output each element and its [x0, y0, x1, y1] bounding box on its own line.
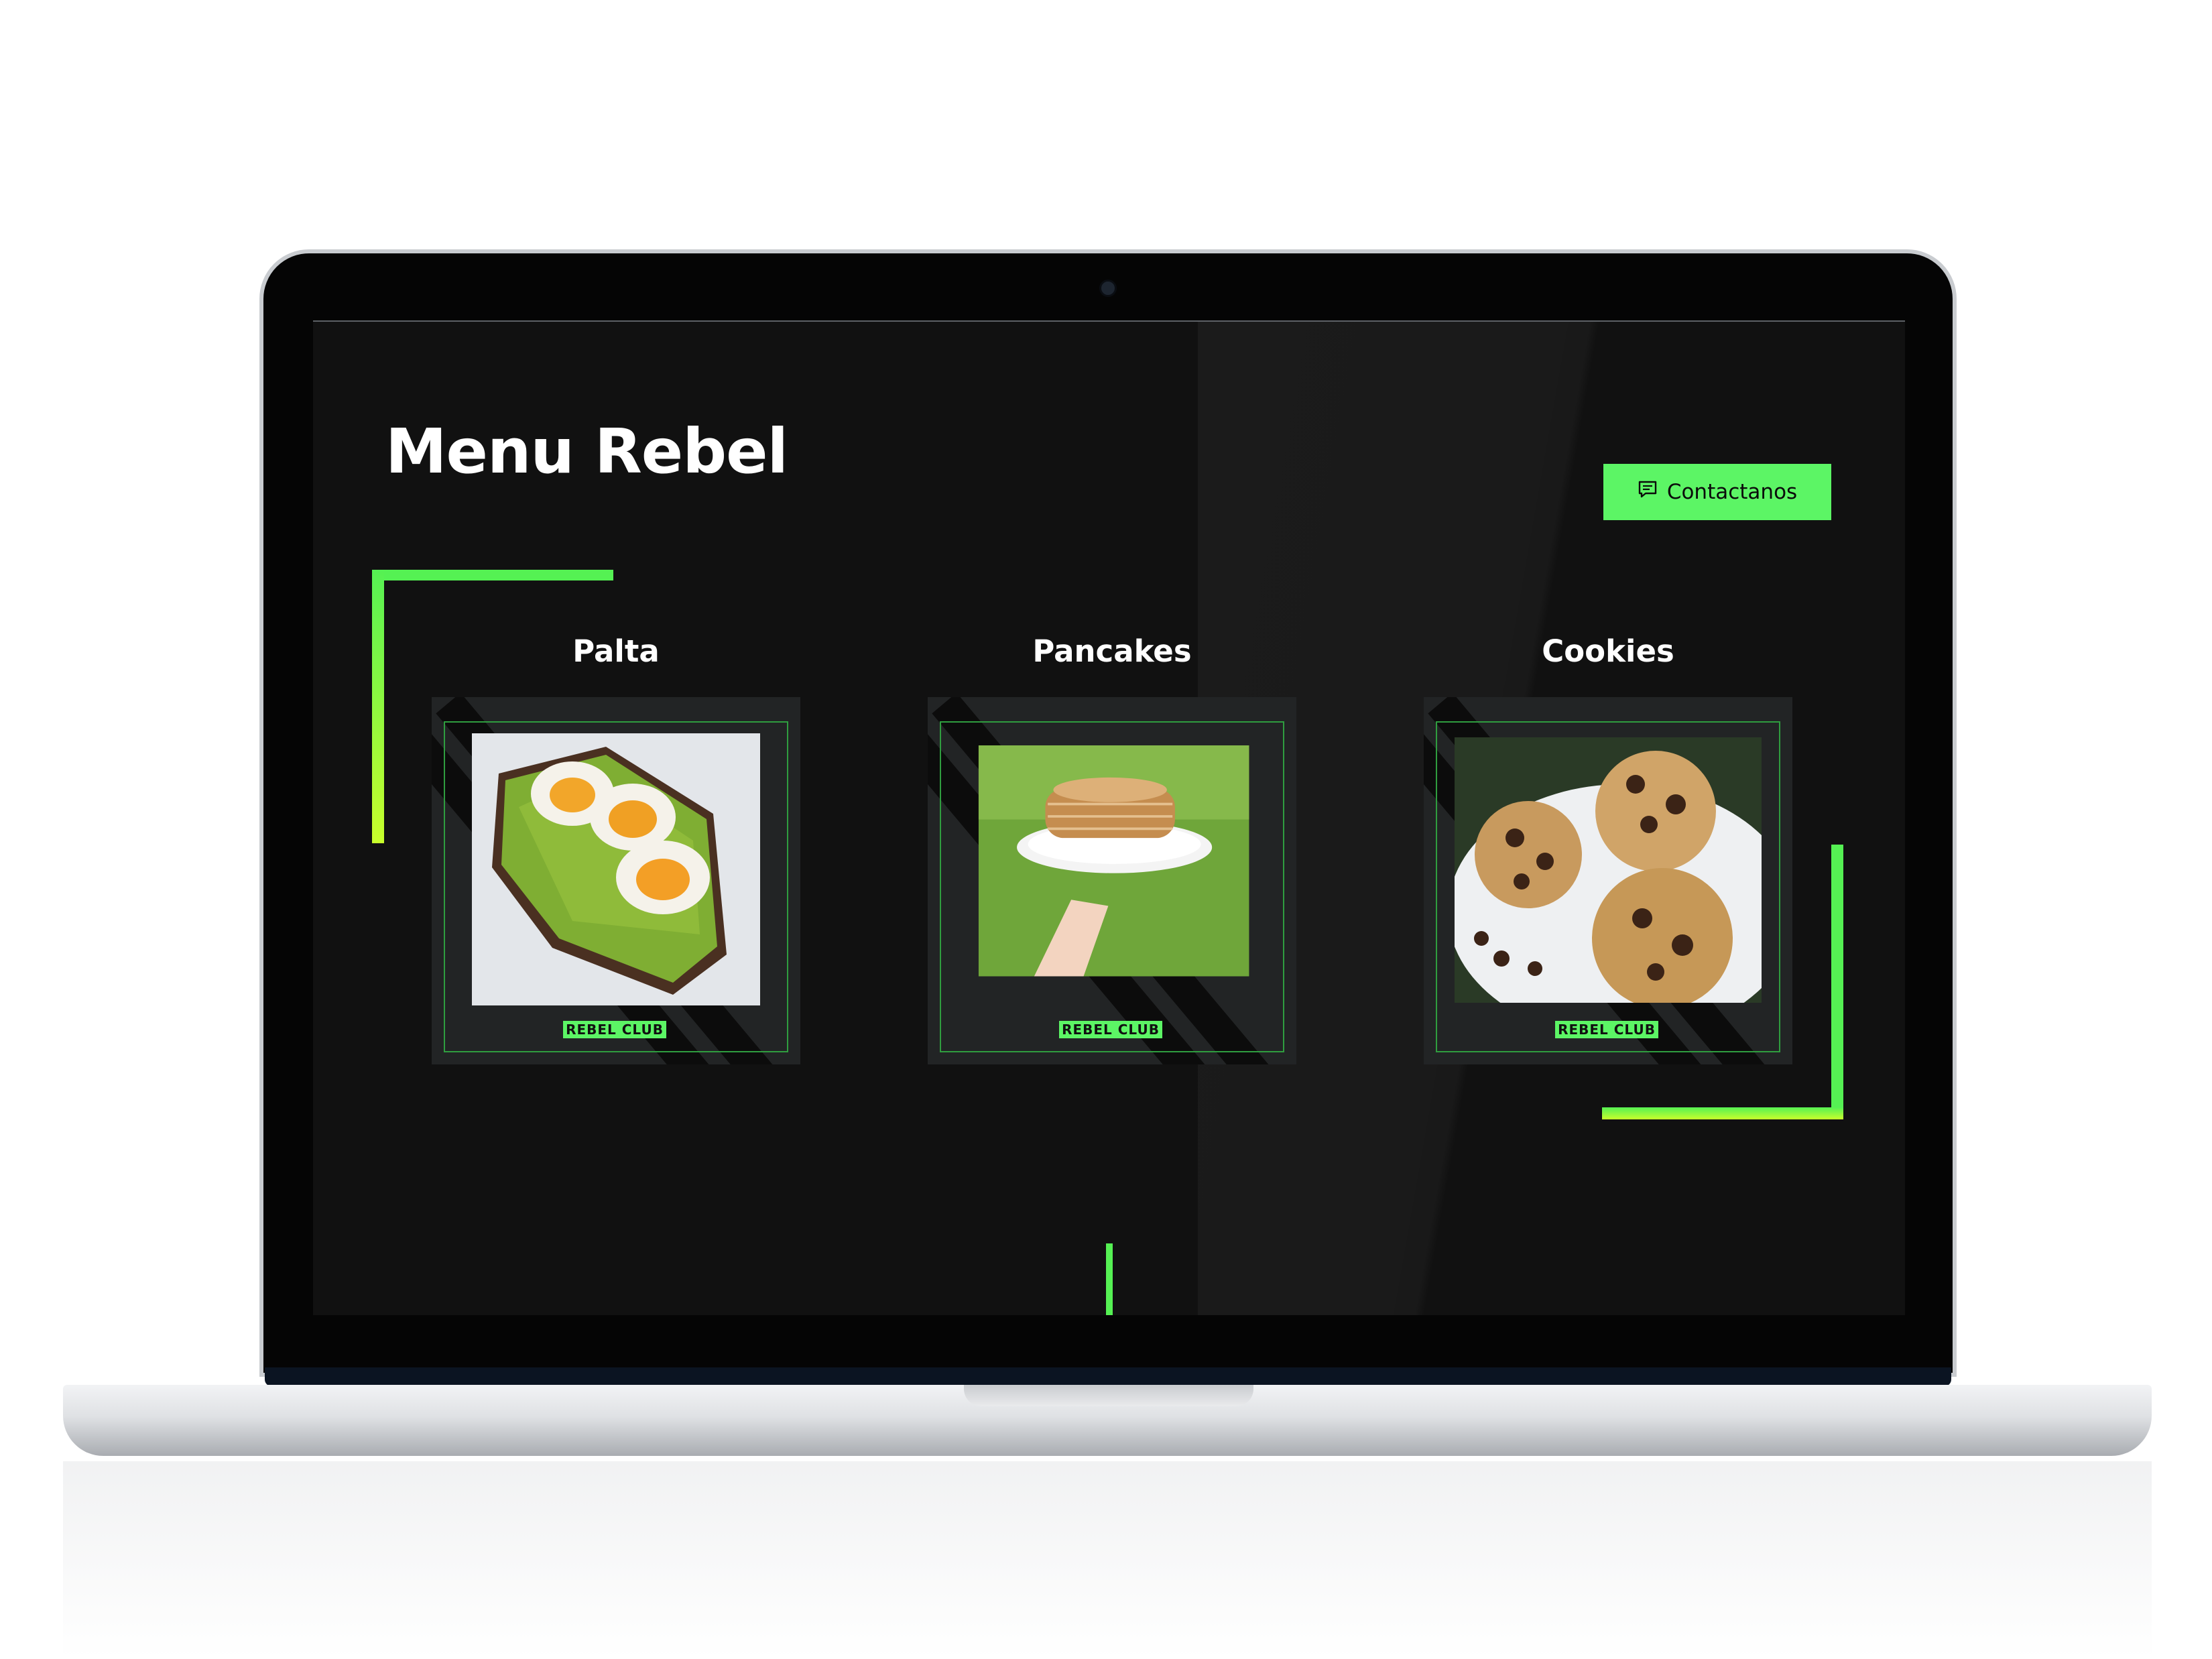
pancakes-photo: [978, 745, 1249, 977]
accent-line-top-left-v: [372, 570, 384, 843]
chat-bubble-icon: [1638, 480, 1658, 504]
cookies-photo: [1455, 737, 1762, 1003]
menu-item-title: Palta: [572, 633, 660, 669]
menu-card-pancakes[interactable]: Pancakes REBEL CLUB: [924, 633, 1300, 1064]
menu-image-frame[interactable]: REBEL CLUB: [928, 697, 1296, 1064]
menu-image-frame[interactable]: REBEL CLUB: [432, 697, 800, 1064]
menu-image-frame[interactable]: REBEL CLUB: [1424, 697, 1792, 1064]
brand-logo: REBEL CLUB: [432, 1021, 800, 1038]
contact-button[interactable]: Contactanos: [1603, 464, 1831, 520]
laptop-notch: [964, 1385, 1253, 1406]
camera: [1099, 280, 1117, 297]
accent-line-bottom-center: [1106, 1243, 1113, 1315]
palta-photo: [472, 733, 760, 1005]
accent-line-bottom-right-v: [1831, 845, 1843, 1119]
contact-label: Contactanos: [1666, 480, 1798, 504]
menu-item-title: Pancakes: [1032, 633, 1192, 669]
accent-line-top-left-h: [372, 570, 613, 580]
brand-logo: REBEL CLUB: [1424, 1021, 1792, 1038]
laptop-hinge: [265, 1367, 1951, 1386]
laptop-reflection: [63, 1461, 2152, 1659]
menu-item-title: Cookies: [1542, 633, 1674, 669]
menu-card-palta[interactable]: Palta REBEL CLUB: [428, 633, 804, 1064]
accent-line-bottom-right-h: [1602, 1107, 1843, 1119]
page-title: Menu Rebel: [385, 416, 788, 487]
laptop-screen: Menu Rebel Contactanos Palta REBEL CLUB …: [313, 320, 1905, 1315]
brand-logo: REBEL CLUB: [928, 1021, 1296, 1038]
menu-card-cookies[interactable]: Cookies REBEL CLUB: [1420, 633, 1796, 1064]
